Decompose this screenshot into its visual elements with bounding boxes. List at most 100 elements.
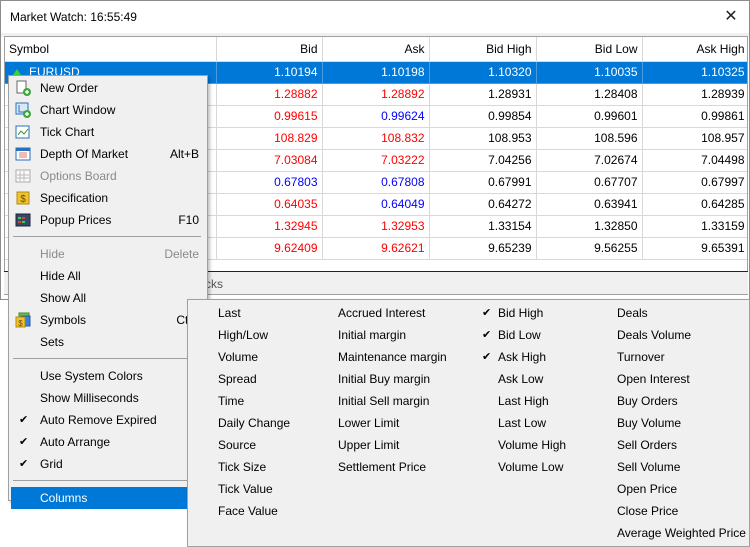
column-header-bid[interactable]: Bid [216, 37, 323, 62]
column-option-label: Deals [617, 306, 648, 320]
column-option-initial-margin[interactable]: Initial margin [338, 324, 447, 346]
column-option-buy-orders[interactable]: Buy Orders [617, 390, 746, 412]
cell-bid-high: 9.65239 [429, 237, 537, 260]
cell-bid-high-value: 1.33154 [488, 219, 532, 233]
column-option-bid-high[interactable]: ✔ Bid High [482, 302, 566, 324]
column-option-settlement-price[interactable]: Settlement Price [338, 456, 447, 478]
cell-bid-low: 1.32850 [536, 215, 643, 238]
column-option-volume[interactable]: Volume [218, 346, 290, 368]
column-option-last[interactable]: Last [218, 302, 290, 324]
column-option-average-weighted-price[interactable]: Average Weighted Price [617, 522, 746, 544]
column-option-volume-high[interactable]: Volume High [498, 434, 566, 456]
column-header-symbol[interactable]: Symbol [5, 37, 217, 62]
menu-item-specification[interactable]: $ Specification [11, 187, 205, 209]
column-option-label: Open Price [617, 482, 678, 496]
checkmark-icon: ✔ [19, 414, 29, 426]
column-header-ask-high[interactable]: Ask High [642, 37, 747, 62]
cell-ask-high: 0.64285 [642, 193, 747, 216]
svg-text:$: $ [20, 194, 26, 205]
cell-bid-low-value: 1.32850 [594, 219, 638, 233]
menu-item-new-order[interactable]: New Order [11, 77, 205, 99]
cell-bid-value: 108.829 [274, 131, 318, 145]
column-option-label: Bid High [498, 306, 544, 320]
column-option-deals-volume[interactable]: Deals Volume [617, 324, 746, 346]
menu-item-auto-remove-expired[interactable]: ✔ Auto Remove Expired [11, 409, 205, 431]
column-option-deals[interactable]: Deals [617, 302, 746, 324]
cell-bid: 7.03084 [216, 149, 323, 172]
column-header-bid-low[interactable]: Bid Low [536, 37, 643, 62]
column-header-ask[interactable]: Ask [322, 37, 430, 62]
cell-bid-value: 9.62409 [274, 241, 318, 255]
menu-item-label: Show All [40, 291, 87, 305]
cell-ask: 0.67808 [322, 171, 430, 194]
menu-item-use-system-colors[interactable]: Use System Colors [11, 365, 205, 387]
column-option-bid-low[interactable]: ✔ Bid Low [482, 324, 566, 346]
specification-icon: $ [15, 190, 31, 206]
column-option-tick-size[interactable]: Tick Size [218, 456, 290, 478]
menu-item-auto-arrange[interactable]: ✔ Auto Arrange [11, 431, 205, 453]
symbols-icon: $ [15, 312, 31, 328]
column-option-source[interactable]: Source [218, 434, 290, 456]
column-option-upper-limit[interactable]: Upper Limit [338, 434, 447, 456]
menu-item-label: Auto Arrange [40, 435, 111, 449]
menu-item-depth-of-market[interactable]: Depth Of Market Alt+B [11, 143, 205, 165]
column-option-turnover[interactable]: Turnover [617, 346, 746, 368]
cell-bid-low: 0.67707 [536, 171, 643, 194]
cell-ask-value: 0.99624 [381, 109, 425, 123]
cell-bid-high: 7.04256 [429, 149, 537, 172]
column-option-open-price[interactable]: Open Price [617, 478, 746, 500]
menu-item-columns[interactable]: Columns [11, 487, 205, 509]
column-option-label: Ask Low [498, 372, 544, 386]
menu-item-label: Options Board [40, 169, 117, 183]
column-option-last-low[interactable]: Last Low [498, 412, 566, 434]
menu-item-show-all[interactable]: Show All [11, 287, 205, 309]
close-icon[interactable]: ✕ [721, 7, 741, 27]
menu-item-sets[interactable]: Sets [11, 331, 205, 353]
column-option-label: Spread [218, 372, 257, 386]
column-option-label: Sell Orders [617, 438, 678, 452]
menu-item-grid[interactable]: ✔ Grid [11, 453, 205, 475]
menu-item-symbols[interactable]: $SymbolsCtrl- [11, 309, 205, 331]
cell-bid-value: 7.03084 [274, 153, 318, 167]
cell-bid: 1.32945 [216, 215, 323, 238]
column-option-time[interactable]: Time [218, 390, 290, 412]
column-option-daily-change[interactable]: Daily Change [218, 412, 290, 434]
column-option-ask-high[interactable]: ✔ Ask High [482, 346, 566, 368]
column-option-last-high[interactable]: Last High [498, 390, 566, 412]
column-option-tick-value[interactable]: Tick Value [218, 478, 290, 500]
column-option-ask-low[interactable]: Ask Low [498, 368, 566, 390]
column-option-sell-volume[interactable]: Sell Volume [617, 456, 746, 478]
column-header-bid-high[interactable]: Bid High [429, 37, 537, 62]
column-option-spread[interactable]: Spread [218, 368, 290, 390]
column-option-initial-buy-margin[interactable]: Initial Buy margin [338, 368, 447, 390]
column-option-close-price[interactable]: Close Price [617, 500, 746, 522]
menu-item-hide-all[interactable]: Hide All [11, 265, 205, 287]
menu-item-show-milliseconds[interactable]: Show Milliseconds [11, 387, 205, 409]
cell-bid-high-value: 1.28931 [488, 87, 532, 101]
cell-ask-high-value: 1.33159 [701, 219, 745, 233]
column-option-label: Initial margin [338, 328, 407, 342]
column-option-lower-limit[interactable]: Lower Limit [338, 412, 447, 434]
new-order-icon [15, 80, 31, 96]
menu-item-chart-window[interactable]: Chart Window [11, 99, 205, 121]
column-option-volume-low[interactable]: Volume Low [498, 456, 566, 478]
cell-ask: 108.832 [322, 127, 430, 150]
cell-bid-low-value: 0.67707 [594, 175, 638, 189]
column-option-label: Initial Sell margin [338, 394, 430, 408]
column-option-accrued-interest[interactable]: Accrued Interest [338, 302, 447, 324]
menu-item-label: Hide All [40, 269, 81, 283]
cell-bid-value: 0.67803 [274, 175, 318, 189]
menu-item-tick-chart[interactable]: Tick Chart [11, 121, 205, 143]
column-option-face-value[interactable]: Face Value [218, 500, 290, 522]
cell-ask-value: 9.62621 [381, 241, 425, 255]
menu-item-popup-prices[interactable]: Popup Prices F10 [11, 209, 205, 231]
column-option-initial-sell-margin[interactable]: Initial Sell margin [338, 390, 447, 412]
cell-bid-high: 1.10320 [429, 61, 537, 84]
cell-bid-low: 9.56255 [536, 237, 643, 260]
column-option-high-low[interactable]: High/Low [218, 324, 290, 346]
column-option-sell-orders[interactable]: Sell Orders [617, 434, 746, 456]
window-title: Market Watch: 16:55:49 [10, 10, 137, 24]
column-option-open-interest[interactable]: Open Interest [617, 368, 746, 390]
column-option-maintenance-margin[interactable]: Maintenance margin [338, 346, 447, 368]
column-option-buy-volume[interactable]: Buy Volume [617, 412, 746, 434]
